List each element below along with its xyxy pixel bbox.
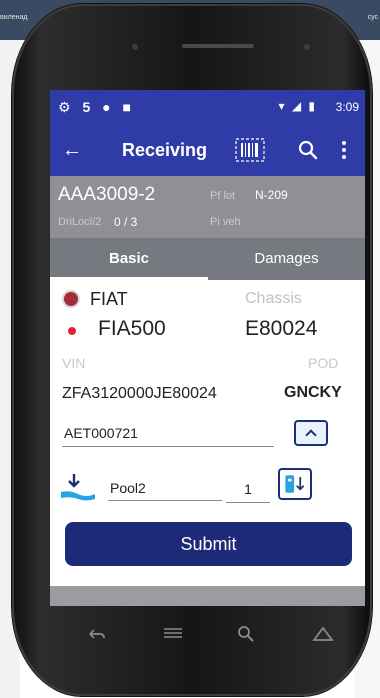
tab-bar: Basic Damages: [50, 238, 365, 280]
chevron-up-button[interactable]: [294, 420, 328, 446]
app-screen: ⚙ 5 ● ■ ▾ ◢ ▮ 3:09 ← Receiving AAA3009-2…: [50, 90, 365, 606]
order-number: AAA3009-2: [58, 184, 156, 205]
status-bar: ⚙ 5 ● ■ ▾ ◢ ▮ 3:09: [50, 90, 365, 126]
brand-logo-icon: [62, 290, 80, 308]
back-arrow-icon[interactable]: ←: [62, 138, 82, 162]
order-header: AAA3009-2 Pf lot N-209 DriLocl/2 0 / 3 P…: [50, 176, 365, 238]
nav-back-icon[interactable]: [88, 627, 106, 641]
pf-lot-label: Pf lot: [210, 190, 236, 202]
status-dot-icon: [68, 327, 76, 335]
search-icon[interactable]: [296, 138, 320, 162]
unload-icon[interactable]: [60, 472, 96, 502]
submit-button[interactable]: Submit: [65, 522, 352, 566]
tab-basic[interactable]: Basic: [50, 238, 208, 280]
vin-value: ZFA3120000JE80024: [62, 385, 217, 402]
quantity-field[interactable]: [226, 476, 270, 503]
pod-label: POD: [308, 355, 339, 371]
desktop-text-right: сус: [367, 14, 378, 21]
sort-down-icon[interactable]: [278, 468, 312, 500]
barcode-icon[interactable]: [235, 138, 265, 162]
pod-value: GNCKY: [284, 384, 342, 401]
phone-sensor: [132, 44, 138, 50]
vehicle-label: Pi veh: [210, 216, 241, 228]
bottom-strip: [50, 586, 365, 606]
status-icons-left: ⚙ 5 ● ■: [58, 99, 135, 115]
tab-damages[interactable]: Damages: [208, 238, 365, 280]
model-name: FIA500: [98, 317, 166, 340]
nav-home-icon[interactable]: [162, 627, 184, 641]
chassis-label: Chassis: [245, 290, 302, 307]
signal-icons: ▾ ◢ ▮: [278, 99, 317, 113]
pf-lot-value: N-209: [255, 188, 288, 202]
status-time: 3:09: [335, 100, 359, 114]
nav-menu-icon[interactable]: [312, 624, 334, 644]
brand-name: FIAT: [90, 289, 128, 309]
page-title: Receiving: [122, 140, 208, 160]
location-label: DriLocl/2: [58, 216, 102, 228]
more-vertical-icon[interactable]: [338, 138, 350, 162]
nav-search-icon[interactable]: [236, 624, 256, 644]
phone-camera: [304, 44, 310, 50]
chassis-value: E80024: [245, 317, 318, 340]
phone-speaker: [182, 44, 254, 48]
desktop-text-left: виленад: [0, 14, 28, 21]
basic-tab-content: FIAT Chassis FIA500 E80024 VIN POD ZFA31…: [50, 280, 365, 606]
location-value: 0 / 3: [114, 215, 138, 229]
app-bar: ← Receiving: [50, 126, 365, 176]
vin-label: VIN: [62, 355, 86, 371]
pool-field[interactable]: [108, 476, 222, 501]
aet-code-field[interactable]: [62, 420, 274, 447]
